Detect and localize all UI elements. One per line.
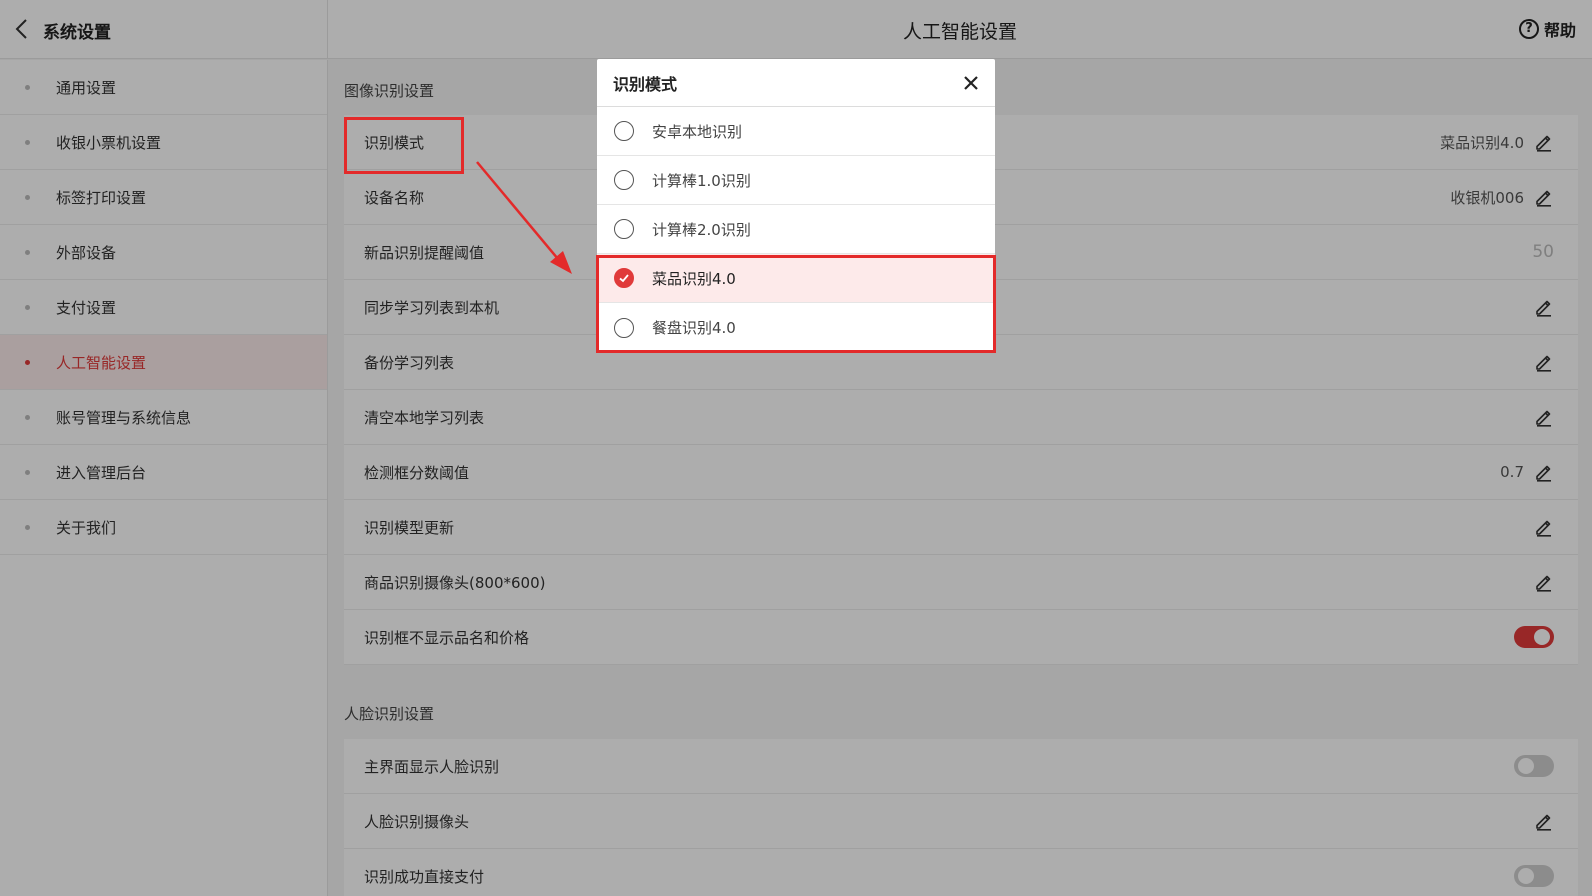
- annotation-highlight-options: [596, 255, 996, 353]
- radio-unchecked-icon[interactable]: [614, 170, 634, 190]
- dialog-option-label: 安卓本地识别: [652, 122, 743, 141]
- annotation-highlight-label: [344, 117, 464, 174]
- dialog-option[interactable]: 计算棒1.0识别: [597, 156, 995, 205]
- dialog-header: 识别模式: [597, 59, 995, 107]
- app-root: 系统设置 人工智能设置 ? 帮助 通用设置 收银小票机设置 标签打印设置 外部设备 支付…: [0, 0, 1592, 896]
- radio-unchecked-icon[interactable]: [614, 219, 634, 239]
- dialog-option[interactable]: 安卓本地识别: [597, 107, 995, 156]
- close-icon[interactable]: [961, 73, 981, 93]
- dialog-title: 识别模式: [613, 74, 678, 94]
- dialog-option-label: 计算棒2.0识别: [652, 220, 751, 239]
- dialog-option[interactable]: 计算棒2.0识别: [597, 205, 995, 254]
- dialog-option-label: 计算棒1.0识别: [652, 171, 751, 190]
- radio-unchecked-icon[interactable]: [614, 121, 634, 141]
